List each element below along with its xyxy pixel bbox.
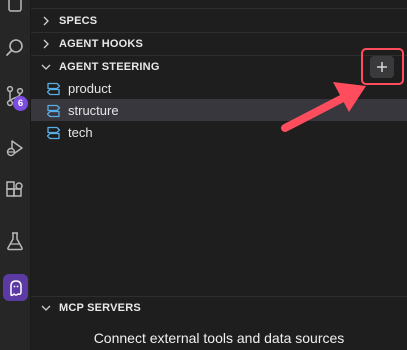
annotation-arrow (281, 82, 366, 132)
